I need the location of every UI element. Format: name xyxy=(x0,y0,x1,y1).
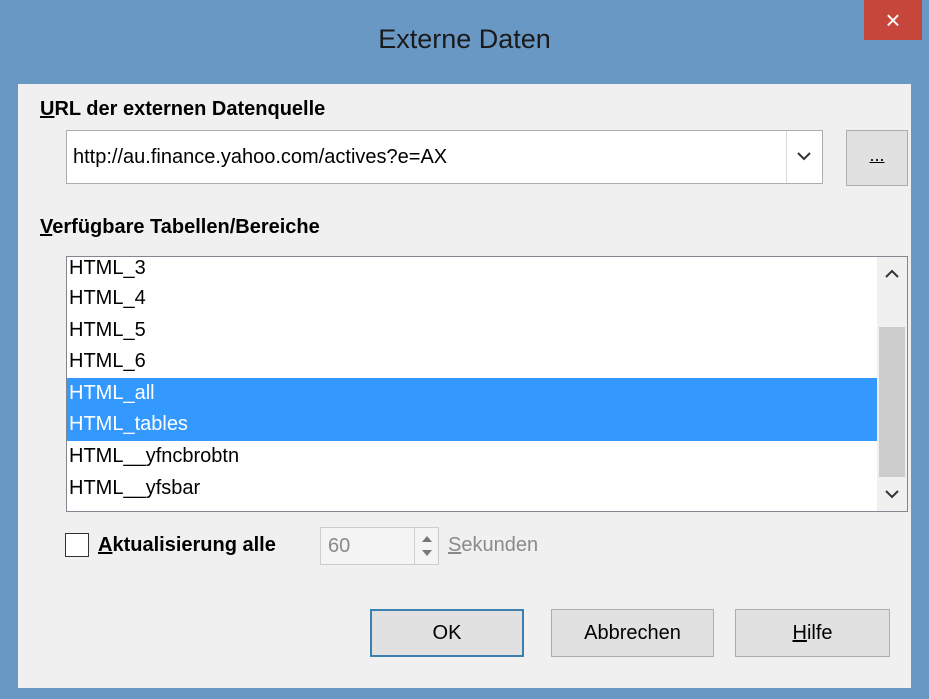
update-checkbox[interactable] xyxy=(65,533,89,557)
list-item[interactable]: HTML_all xyxy=(67,377,877,410)
list-item[interactable]: HTML_4 xyxy=(67,283,877,315)
tables-listbox[interactable]: HTML_3 HTML_4 HTML_5 HTML_6 HTML_all HTML_tab… xyxy=(66,256,908,512)
tables-list: HTML_3 HTML_4 HTML_5 HTML_6 HTML_all HTML_tab… xyxy=(67,257,877,504)
dialog-title: Externe Daten xyxy=(378,24,551,54)
help-button[interactable]: Hilfe xyxy=(735,609,890,657)
chevron-up-icon xyxy=(885,269,899,278)
spin-down-icon[interactable] xyxy=(421,548,433,558)
tables-section-label: Verfügbare Tabellen/Bereiche xyxy=(40,216,320,238)
title-bar[interactable]: Externe Daten × xyxy=(0,0,929,84)
cancel-button[interactable]: Abbrechen xyxy=(551,609,714,657)
url-input[interactable]: http://au.finance.yahoo.com/actives?e=AX xyxy=(73,146,447,169)
ok-button[interactable]: OK xyxy=(370,609,524,657)
interval-value[interactable]: 60 xyxy=(328,535,350,558)
url-dropdown-button[interactable] xyxy=(786,131,822,183)
scroll-down-button[interactable] xyxy=(877,479,907,509)
chevron-down-icon xyxy=(885,490,899,499)
list-item[interactable]: HTML_5 xyxy=(67,315,877,347)
interval-spinbox[interactable]: 60 xyxy=(320,527,439,565)
close-icon: × xyxy=(885,5,901,35)
interval-unit-label: Sekunden xyxy=(448,534,539,556)
close-button[interactable]: × xyxy=(864,0,922,40)
list-item[interactable]: HTML_tables xyxy=(67,409,877,441)
list-item[interactable]: HTML__yfncbrobtn xyxy=(67,441,877,473)
list-item[interactable]: HTML_6 xyxy=(67,346,877,378)
spin-up-icon[interactable] xyxy=(421,534,433,544)
spin-buttons[interactable] xyxy=(414,528,438,564)
chevron-down-icon xyxy=(797,152,811,161)
browse-label: ... xyxy=(869,145,885,165)
external-data-dialog: Externe Daten × URL der externen Datenqu… xyxy=(0,0,929,699)
url-section-label: URL der externen Datenquelle xyxy=(40,98,326,120)
browse-button[interactable]: ... xyxy=(846,130,908,186)
scroll-thumb[interactable] xyxy=(879,327,905,477)
list-scrollbar[interactable] xyxy=(877,257,907,511)
dialog-body: URL der externen Datenquelle http://au.f… xyxy=(18,84,911,688)
update-checkbox-label[interactable]: Aktualisierung alle xyxy=(98,534,276,557)
list-item[interactable]: HTML__yfsbar xyxy=(67,473,877,505)
url-combobox[interactable]: http://au.finance.yahoo.com/actives?e=AX xyxy=(66,130,823,184)
list-item[interactable]: HTML_3 xyxy=(67,257,877,283)
scroll-up-button[interactable] xyxy=(877,259,907,289)
